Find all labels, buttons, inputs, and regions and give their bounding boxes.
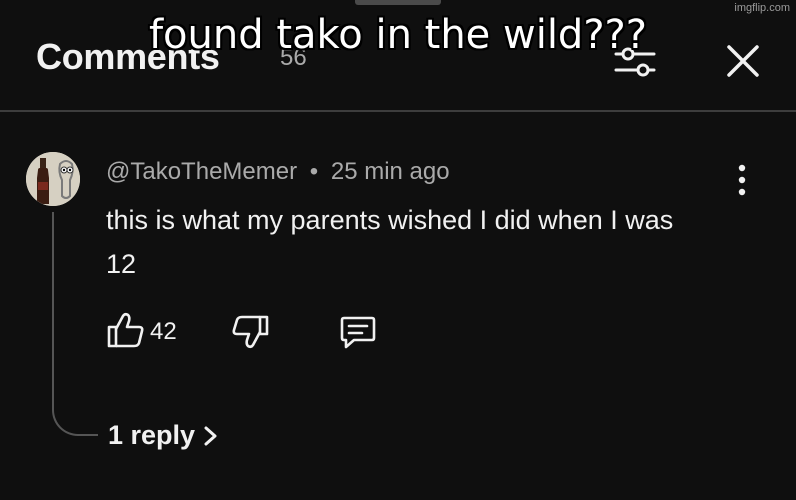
thread-line [52, 212, 98, 436]
avatar-image [26, 152, 80, 206]
chevron-right-icon [204, 426, 217, 445]
reply-comment-icon[interactable] [338, 312, 378, 352]
sort-filter-icon[interactable] [612, 44, 658, 82]
thumbs-down-icon[interactable] [230, 312, 270, 352]
header-divider [0, 110, 796, 112]
imgflip-watermark: imgflip.com [734, 2, 790, 14]
replies-label: 1 reply [108, 420, 196, 450]
thumbs-up-icon[interactable] [106, 310, 146, 350]
comment-meta: @TakoTheMemer • 25 min ago [106, 158, 450, 186]
like-count: 42 [150, 318, 177, 345]
avatar[interactable] [26, 152, 80, 206]
meta-separator: • [309, 158, 319, 185]
comments-title: Comments [36, 36, 220, 77]
comments-header: Comments 56 [0, 0, 796, 110]
comment-time: 25 min ago [330, 158, 450, 185]
comments-count: 56 [280, 44, 307, 71]
close-icon[interactable] [722, 40, 764, 82]
more-vertical-icon[interactable] [730, 160, 754, 200]
view-replies-button[interactable]: 1 reply [108, 420, 219, 451]
comment-text: this is what my parents wished I did whe… [106, 205, 674, 279]
comment-author[interactable]: @TakoTheMemer [106, 158, 297, 185]
